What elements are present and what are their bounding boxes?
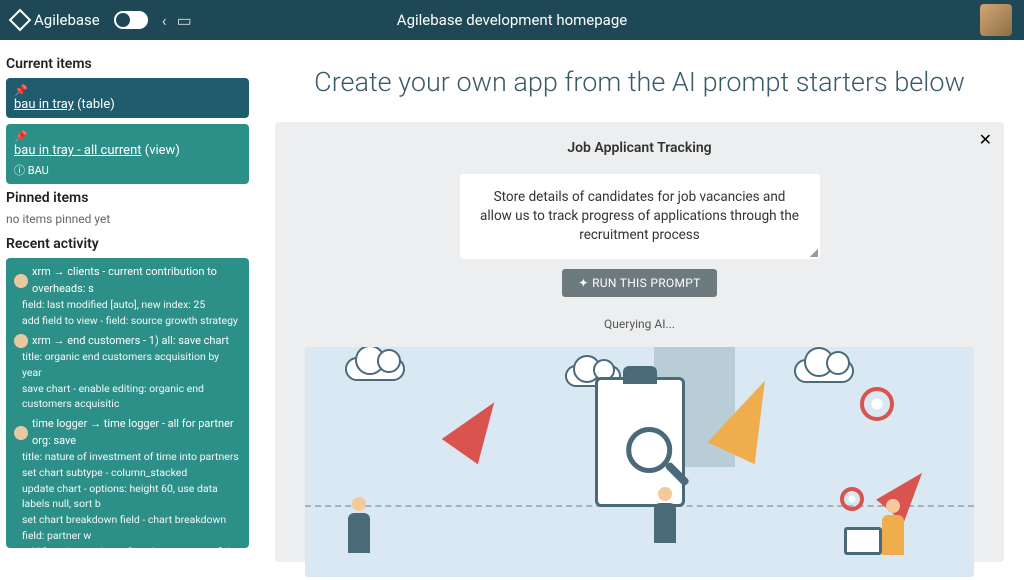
close-icon[interactable]: ✕ [979, 130, 992, 149]
illustration [305, 347, 974, 577]
activity-avatar [14, 334, 28, 348]
activity-title: xrm → clients - current contribution to … [32, 264, 241, 297]
brand-logo[interactable]: Agilebase [12, 11, 100, 29]
activity-line: update chart - options: height 60, use d… [14, 481, 241, 513]
pin-icon: 📌 [14, 84, 241, 97]
brand-name: Agilebase [34, 11, 100, 29]
pin-icon: 📌 [14, 130, 241, 143]
activity-feed: xrm → clients - current contribution to … [6, 258, 249, 548]
item-link[interactable]: bau in tray [14, 97, 74, 112]
activity-line: add function to chart - function: sum pc… [14, 544, 241, 549]
page-title: Agilebase development homepage [397, 11, 627, 29]
run-prompt-button[interactable]: ✦ RUN THIS PROMPT [562, 269, 716, 297]
mode-toggle[interactable] [114, 11, 148, 29]
item-info: ⓘ BAU [14, 162, 241, 178]
activity-line: set chart subtype - column_stacked [14, 465, 241, 481]
activity-line: title: nature of investment of time into… [14, 449, 241, 465]
item-type: (view) [145, 143, 180, 158]
recent-activity-heading: Recent activity [6, 236, 249, 252]
status-text: Querying AI... [305, 317, 974, 331]
sidebar: Current items 📌 bau in tray (table) 📌 ba… [0, 40, 255, 580]
sparkle-icon: ✦ [578, 276, 592, 290]
activity-line: save chart - enable editing: organic end… [14, 381, 241, 413]
hero-heading: Create your own app from the AI prompt s… [275, 66, 1004, 98]
window-icon[interactable]: ▭ [177, 11, 192, 30]
panel-title: Job Applicant Tracking [305, 140, 974, 156]
item-link[interactable]: bau in tray - all current [14, 143, 142, 158]
activity-avatar [14, 426, 28, 440]
activity-avatar [14, 274, 28, 288]
activity-title: time logger → time logger - all for part… [32, 416, 241, 449]
activity-line: add field to view - field: source growth… [14, 313, 241, 329]
activity-title: xrm → end customers - 1) all: save chart [32, 333, 229, 350]
item-type: (table) [77, 97, 115, 112]
current-item-view[interactable]: 📌 bau in tray - all current (view) ⓘ BAU [6, 124, 249, 184]
pinned-items-heading: Pinned items [6, 190, 249, 206]
back-icon[interactable]: ‹ [162, 11, 167, 30]
main-content: Create your own app from the AI prompt s… [255, 40, 1024, 580]
activity-item[interactable]: xrm → clients - current contribution to … [6, 262, 249, 331]
header-nav-icons: ‹ ▭ [162, 11, 192, 30]
activity-line: set chart breakdown field - chart breakd… [14, 512, 241, 544]
activity-item[interactable]: time logger → time logger - all for part… [6, 414, 249, 548]
activity-item[interactable]: xrm → end customers - 1) all: save chart… [6, 331, 249, 415]
current-items-heading: Current items [6, 56, 249, 72]
activity-line: title: organic end customers acquisition… [14, 349, 241, 381]
prompt-textarea[interactable]: Store details of candidates for job vaca… [460, 174, 820, 259]
pinned-empty-text: no items pinned yet [6, 212, 249, 226]
app-header: Agilebase ‹ ▭ Agilebase development home… [0, 0, 1024, 40]
prompt-panel: ✕ Job Applicant Tracking Store details o… [275, 122, 1004, 562]
user-avatar[interactable] [980, 4, 1012, 36]
current-item-table[interactable]: 📌 bau in tray (table) [6, 78, 249, 118]
activity-line: field: last modified [auto], new index: … [14, 297, 241, 313]
logo-icon [9, 9, 32, 32]
